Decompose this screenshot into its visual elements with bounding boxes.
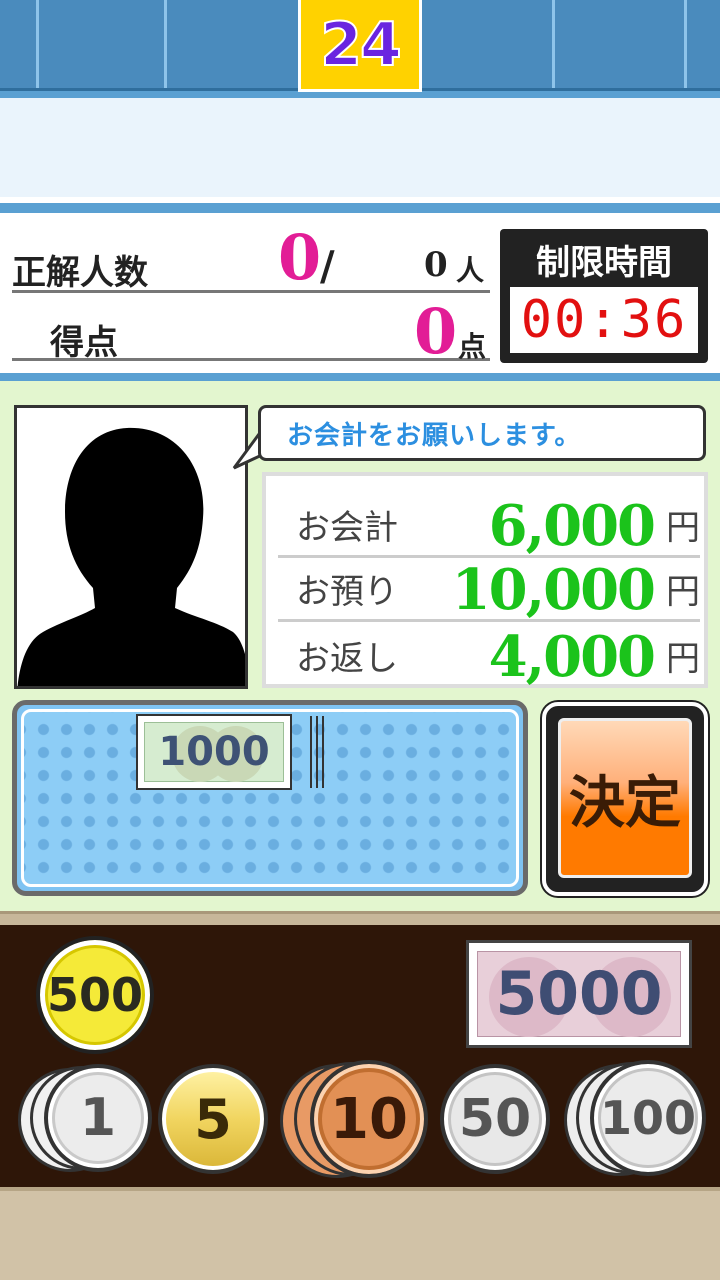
coin-500[interactable]: 500 <box>36 936 154 1054</box>
timer: 制限時間 00:36 <box>500 229 708 363</box>
floor <box>0 1187 720 1280</box>
slash: / <box>320 243 335 290</box>
coin-5[interactable]: 5 <box>158 1064 268 1174</box>
decide-button-face[interactable]: 決定 <box>558 718 692 878</box>
top-bar-divider <box>36 0 39 88</box>
correct-row: 正解人数 0 / 0 人 <box>12 221 490 294</box>
correct-label: 正解人数 <box>12 253 148 293</box>
timer-display: 00:36 <box>510 287 698 353</box>
tray-note-stack[interactable]: 1000 <box>136 714 326 790</box>
bill-label: お返し <box>296 639 398 679</box>
customer-silhouette-icon <box>17 427 245 686</box>
bill-row-change: お返し 4,000 円 <box>278 622 700 690</box>
bill-value: 10,000 <box>451 557 656 623</box>
bill-value: 6,000 <box>488 493 656 559</box>
message-band <box>0 98 720 203</box>
yen-unit: 円 <box>666 572 700 612</box>
timer-label: 制限時間 <box>536 243 672 283</box>
points-row: 得点 0 点 <box>12 295 490 368</box>
bill-label: お預り <box>296 572 398 612</box>
coin-50-label: 50 <box>458 1089 532 1149</box>
bill-value: 4,000 <box>488 624 656 690</box>
speech-bubble: お会計をお願いします。 <box>258 405 706 461</box>
round-number: 24 <box>319 9 402 81</box>
bill-row-received: お預り 10,000 円 <box>278 557 700 623</box>
score-border <box>0 373 720 381</box>
note-1000-label: 1000 <box>158 729 270 775</box>
note-5000-label: 5000 <box>495 959 663 1029</box>
bill-label: お会計 <box>296 508 398 548</box>
top-bar-divider <box>684 0 687 88</box>
bill-row-total: お会計 6,000 円 <box>278 493 700 559</box>
coin-5-label: 5 <box>194 1087 232 1151</box>
person-unit: 人 <box>456 254 485 287</box>
counter-edge <box>0 911 720 925</box>
coin-50[interactable]: 50 <box>440 1064 550 1174</box>
coin-1[interactable]: 1 <box>44 1064 152 1172</box>
round-badge: 24 <box>298 0 422 92</box>
points-label: 得点 <box>50 323 118 363</box>
note-5000[interactable]: 5000 <box>466 940 692 1048</box>
coin-1-label: 1 <box>79 1088 117 1148</box>
timer-value: 00:36 <box>520 290 688 350</box>
note-1000[interactable]: 1000 <box>136 714 292 790</box>
bill-panel: お会計 6,000 円 お預り 10,000 円 お返し 4,000 円 <box>262 472 708 690</box>
coin-10-label: 10 <box>330 1086 408 1152</box>
customer-portrait <box>14 405 248 689</box>
coin-10[interactable]: 10 <box>310 1060 428 1178</box>
band-divider <box>0 203 720 213</box>
coin-500-label: 500 <box>46 968 144 1022</box>
coin-100-label: 100 <box>599 1091 697 1145</box>
decide-button[interactable]: 決定 <box>542 702 708 896</box>
coin-100[interactable]: 100 <box>590 1060 706 1176</box>
total-count: 0 <box>424 245 448 285</box>
top-bar-divider <box>164 0 167 88</box>
correct-count: 0 <box>278 221 322 294</box>
yen-unit: 円 <box>666 639 700 679</box>
decide-button-label: 決定 <box>569 770 681 836</box>
yen-unit: 円 <box>666 508 700 548</box>
points-value: 0 <box>414 295 458 368</box>
points-unit: 点 <box>458 330 487 363</box>
top-bar-divider <box>552 0 555 88</box>
speech-text: お会計をお願いします。 <box>287 420 582 451</box>
